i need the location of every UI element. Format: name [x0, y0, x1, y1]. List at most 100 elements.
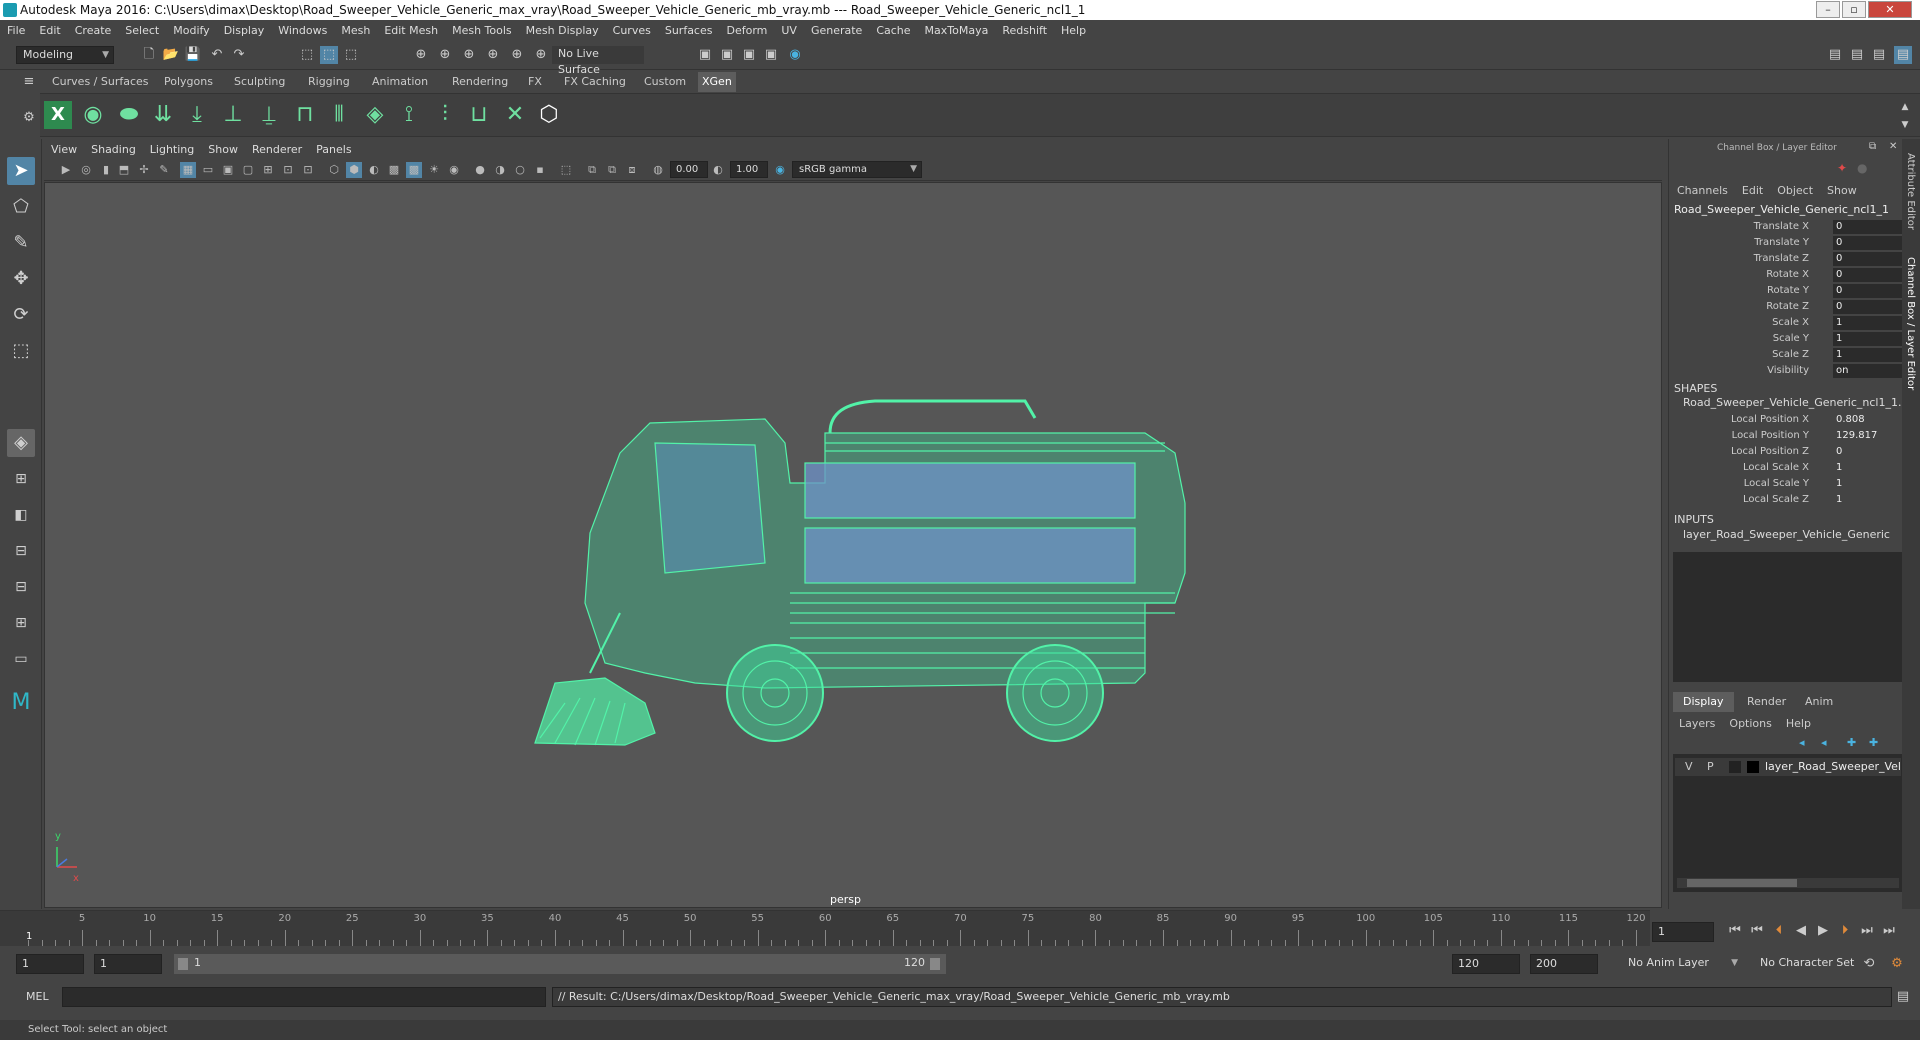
live-surface-field[interactable]: No Live Surface	[552, 46, 644, 76]
channel-translate-z[interactable]: Translate Z0	[1669, 251, 1909, 267]
shadows-icon[interactable]: ☀	[426, 162, 442, 178]
move-tool-icon[interactable]: ✥	[7, 265, 35, 293]
menu-file[interactable]: File	[0, 20, 32, 42]
film-gate-icon[interactable]: ▭	[200, 162, 216, 178]
outliner-layout-icon[interactable]: ▭	[7, 645, 35, 673]
color-management-icon[interactable]: ◉	[772, 162, 788, 178]
xray-components-icon[interactable]: ⧉	[604, 162, 620, 178]
shape-local-position-z[interactable]: Local Position Z0	[1669, 444, 1909, 460]
open-scene-icon[interactable]: 📂	[162, 46, 180, 64]
xgen-sculpt-guide-icon[interactable]: ⍊	[254, 98, 284, 132]
menu-modify[interactable]: Modify	[166, 20, 216, 42]
xgen-add-guide-icon[interactable]: ⤓	[182, 98, 212, 132]
shelf-scroll-down-icon[interactable]: ▼	[1896, 116, 1914, 134]
maximize-button[interactable]: ▫	[1842, 1, 1866, 18]
shape-name[interactable]: Road_Sweeper_Vehicle_Generic_ncl1_1...	[1683, 396, 1908, 409]
save-scene-icon[interactable]: 💾	[184, 46, 202, 64]
ipr-render-icon[interactable]: ▣	[740, 46, 758, 64]
menu-mesh-display[interactable]: Mesh Display	[519, 20, 606, 42]
step-back-frame-icon[interactable]: ⏴	[1770, 922, 1788, 940]
script-language-toggle[interactable]: MEL	[26, 990, 49, 1003]
layer-list-scrollbar[interactable]	[1677, 878, 1899, 888]
anti-aliasing-icon[interactable]: ○	[512, 162, 528, 178]
play-backward-icon[interactable]: ◀	[1792, 922, 1810, 940]
single-perspective-layout-icon[interactable]: ◈	[7, 429, 35, 457]
modeling-toolkit-icon[interactable]: ▤	[1826, 46, 1844, 64]
menu-curves[interactable]: Curves	[606, 20, 658, 42]
close-button[interactable]: ✕	[1868, 1, 1912, 18]
menu-edit[interactable]: Edit	[32, 20, 67, 42]
layer-tab-render[interactable]: Render	[1737, 692, 1796, 712]
undo-icon[interactable]: ↶	[208, 46, 226, 64]
snap-vertex-icon[interactable]: ⊕	[532, 46, 550, 64]
persp-graph-layout-icon[interactable]: ⊟	[7, 537, 35, 565]
channel-rotate-y[interactable]: Rotate Y0	[1669, 283, 1909, 299]
perspective-viewport[interactable]: y x	[44, 182, 1662, 908]
xray-joints-icon[interactable]: ⧉	[584, 162, 600, 178]
resolution-gate-icon[interactable]: ▣	[220, 162, 236, 178]
gate-mask-icon[interactable]: ▢	[240, 162, 256, 178]
scale-tool-icon[interactable]: ⬚	[7, 337, 35, 365]
menu-uv[interactable]: UV	[774, 20, 804, 42]
channel-scale-z[interactable]: Scale Z1	[1669, 347, 1909, 363]
four-view-layout-icon[interactable]: ⊞	[7, 465, 35, 493]
channel-box-toggle-icon[interactable]: ▤	[1894, 46, 1912, 64]
shelf-tab-fx-caching[interactable]: FX Caching	[560, 72, 630, 92]
xgen-visibility-icon[interactable]: ◉	[78, 98, 108, 132]
go-to-end-icon[interactable]: ⏭	[1880, 922, 1898, 940]
manipulator-icon[interactable]: ✦	[1837, 161, 1847, 175]
viewport-menu-shading[interactable]: Shading	[84, 141, 143, 159]
shape-local-position-y[interactable]: Local Position Y 129.817	[1669, 428, 1909, 444]
snap-surface-icon[interactable]: ⊕	[508, 46, 526, 64]
wireframe-on-shaded-icon[interactable]: ◐	[366, 162, 382, 178]
gear-icon[interactable]: ⚙	[20, 109, 38, 127]
step-forward-key-icon[interactable]: ⏭	[1858, 922, 1876, 940]
menu-create[interactable]: Create	[68, 20, 119, 42]
snap-grid-icon[interactable]: ⊕	[412, 46, 430, 64]
wireframe-icon[interactable]: ⬡	[326, 162, 342, 178]
grease-pencil-icon[interactable]: ✎	[156, 162, 172, 178]
persp-outliner-layout-icon[interactable]: ◧	[7, 501, 35, 529]
layer-visibility-toggle[interactable]: V	[1685, 758, 1693, 776]
range-slider[interactable]: 1 120	[174, 954, 946, 974]
road-sweeper-wireframe-model[interactable]	[45, 183, 1662, 908]
menu-display[interactable]: Display	[217, 20, 272, 42]
shelf-tab-rendering[interactable]: Rendering	[448, 72, 512, 92]
step-back-key-icon[interactable]: ⏮	[1748, 922, 1766, 940]
layer-move-up-icon[interactable]: ◂	[1799, 736, 1805, 749]
menu-windows[interactable]: Windows	[271, 20, 334, 42]
end-time-field[interactable]: 200	[1530, 954, 1598, 974]
xgen-lock-guide-icon[interactable]: ⊓	[290, 98, 320, 132]
image-plane-icon[interactable]: ⬒	[116, 162, 132, 178]
channel-rotate-z[interactable]: Rotate Z0	[1669, 299, 1909, 315]
xgen-select-guide-icon[interactable]: ⊥	[218, 98, 248, 132]
grid-icon[interactable]: ▦	[180, 162, 196, 178]
layer-type-box[interactable]	[1729, 761, 1741, 773]
command-input[interactable]	[62, 987, 546, 1007]
input-name[interactable]: layer_Road_Sweeper_Vehicle_Generic	[1683, 528, 1890, 541]
hypershade-layout-icon[interactable]: ⊟	[7, 573, 35, 601]
shelf-handle[interactable]: ≡ ⚙	[20, 73, 38, 133]
lasso-tool-icon[interactable]: ⬠	[7, 193, 35, 221]
mode-dropdown[interactable]: Modeling ▼	[16, 46, 114, 64]
viewport-menu-show[interactable]: Show	[201, 141, 245, 159]
bookmark-icon[interactable]: ▮	[98, 162, 114, 178]
gamma-field[interactable]: 1.00	[730, 161, 768, 178]
playback-end-field[interactable]: 120	[1452, 954, 1520, 974]
xgen-guide-density-icon[interactable]: ⫴	[324, 98, 354, 132]
preferences-icon[interactable]: ⚙	[1888, 955, 1906, 973]
menu-channels[interactable]: Channels	[1677, 184, 1728, 197]
go-to-start-icon[interactable]: ⏮	[1726, 922, 1744, 940]
isolate-select-icon[interactable]: ⬚	[558, 162, 574, 178]
new-layer-icon[interactable]: ✚	[1847, 736, 1856, 749]
layer-playback-toggle[interactable]: P	[1707, 758, 1714, 776]
xray-icon[interactable]: ◉	[446, 162, 462, 178]
render-view-icon[interactable]: ▣	[696, 46, 714, 64]
float-panel-icon[interactable]: ⧉	[1869, 141, 1876, 152]
shelf-tab-sculpting[interactable]: Sculpting	[230, 72, 289, 92]
viewport-menu-view[interactable]: View	[44, 141, 84, 159]
field-chart-icon[interactable]: ⊞	[260, 162, 276, 178]
snap-view-icon[interactable]: ⊕	[484, 46, 502, 64]
use-all-lights-icon[interactable]: ▩	[406, 162, 422, 178]
render-current-icon[interactable]: ▣	[718, 46, 736, 64]
